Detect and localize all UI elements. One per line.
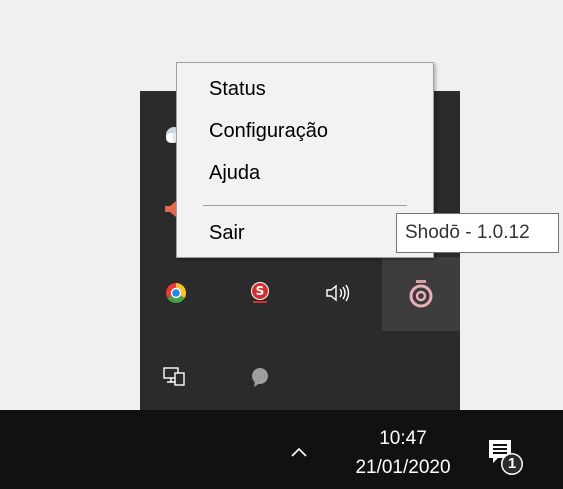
network-icon[interactable] (152, 355, 196, 399)
menu-separator (203, 205, 407, 206)
clock-date: 21/01/2020 (355, 457, 451, 478)
menu-item-status[interactable]: Status (177, 68, 433, 110)
chat-icon[interactable] (238, 355, 282, 399)
volume-icon[interactable] (316, 271, 360, 315)
notification-count-badge: 1 (507, 455, 517, 472)
clock-time: 10:47 (379, 428, 427, 449)
shodo-icon (408, 279, 434, 309)
svg-text:S: S (256, 284, 265, 298)
s-app-icon[interactable]: S (238, 271, 282, 315)
chrome-icon[interactable] (154, 271, 198, 315)
menu-item-sair[interactable]: Sair (177, 212, 433, 254)
menu-item-configuracao[interactable]: Configuração (177, 110, 433, 152)
tooltip: Shodō - 1.0.12 (396, 213, 559, 253)
notification-center-button[interactable]: 1 (484, 432, 530, 478)
chevron-up-icon[interactable] (287, 440, 311, 464)
taskbar: 10:47 21/01/2020 1 (0, 410, 563, 489)
shodo-tray-item[interactable] (382, 257, 460, 331)
menu-item-ajuda[interactable]: Ajuda (177, 152, 433, 194)
taskbar-clock[interactable]: 10:47 21/01/2020 (328, 424, 478, 482)
